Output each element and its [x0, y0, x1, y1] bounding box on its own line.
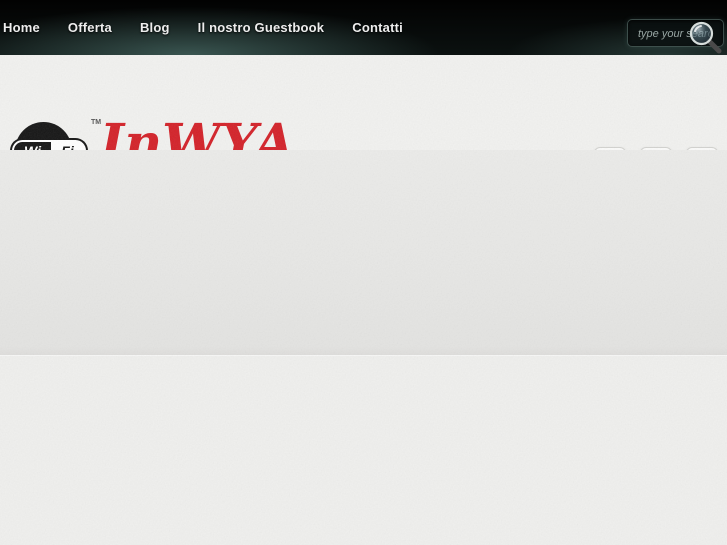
search-magnifier-icon[interactable] — [688, 20, 722, 54]
nav-menu: Home Offerta Blog Il nostro Guestbook Co… — [3, 0, 403, 55]
nav-item-guestbook[interactable]: Il nostro Guestbook — [198, 20, 325, 35]
page: Home Offerta Blog Il nostro Guestbook Co… — [0, 0, 727, 545]
top-nav-bar: Home Offerta Blog Il nostro Guestbook Co… — [0, 0, 727, 55]
nav-item-blog[interactable]: Blog — [140, 20, 170, 35]
banner-slider-area — [0, 150, 727, 431]
nav-item-contatti[interactable]: Contatti — [352, 20, 403, 35]
site-header: Wi Fi TM InWYA INFORMATIONS...WHERE YOU … — [0, 55, 727, 195]
nav-item-home[interactable]: Home — [3, 20, 40, 35]
nav-item-offerta[interactable]: Offerta — [68, 20, 112, 35]
content-area: Non accontentarti della solita WIFI... s… — [0, 356, 727, 545]
